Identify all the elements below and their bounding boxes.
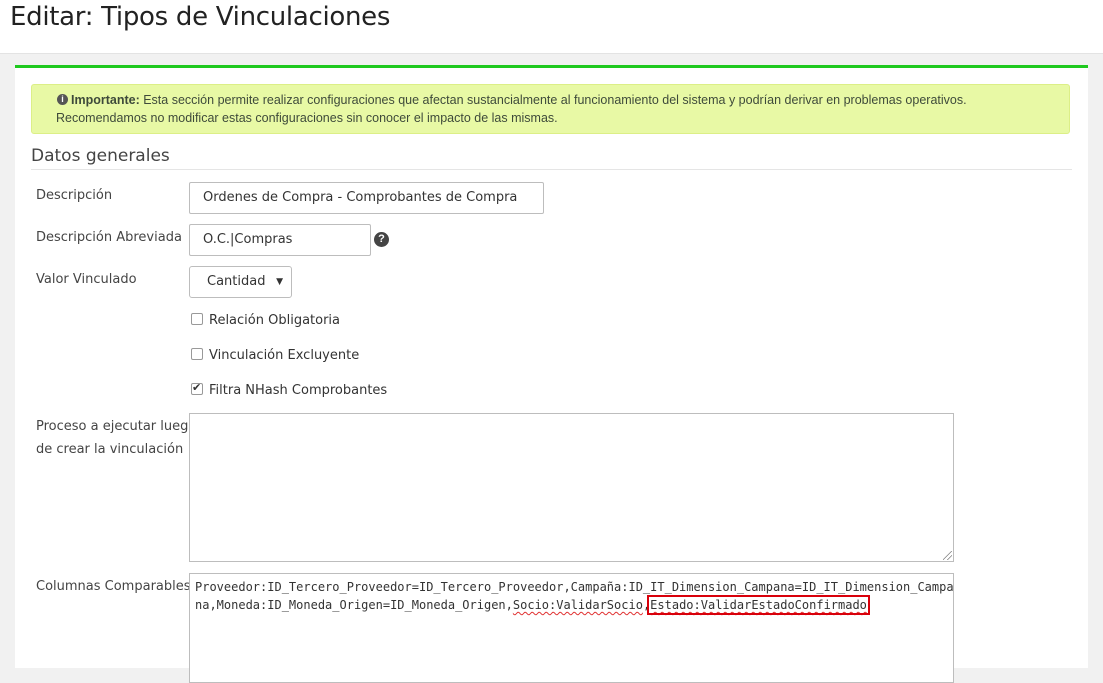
descripcion-input[interactable]: Ordenes de Compra - Comprobantes de Comp… [189, 182, 544, 214]
warning-alert: i Importante: Esta sección permite reali… [31, 84, 1070, 134]
vinculacion-excluyente-checkbox[interactable]: Vinculación Excluyente [191, 348, 359, 364]
checkbox-label: Vinculación Excluyente [209, 348, 360, 363]
columnas-text-estado-highlight: Estado:ValidarEstadoConfirmado [647, 595, 870, 615]
form-panel: i Importante: Esta sección permite reali… [15, 65, 1088, 683]
valor-vinculado-selected: Cantidad [207, 274, 266, 289]
descripcion-abreviada-label: Descripción Abreviada [36, 230, 182, 245]
question-circle-icon[interactable]: ? [374, 232, 389, 247]
columnas-textarea[interactable]: Proveedor:ID_Tercero_Proveedor=ID_Tercer… [189, 573, 954, 683]
valor-vinculado-select[interactable]: Cantidad ▼ [189, 266, 292, 298]
info-circle-icon: i [57, 94, 68, 105]
columnas-label: Columnas Comparables [36, 579, 191, 594]
columnas-text: Proveedor:ID_Tercero_Proveedor=ID_Tercer… [195, 578, 958, 615]
proceso-label-line-2: de crear la vinculación [36, 442, 184, 457]
page-header: Editar: Tipos de Vinculaciones [0, 0, 1103, 54]
alert-line-1: Importante: Esta sección permite realiza… [56, 91, 1043, 109]
proceso-label: Proceso a ejecutar luego de crear la vin… [36, 415, 196, 461]
page-title: Editar: Tipos de Vinculaciones [10, 2, 391, 32]
descripcion-label: Descripción [36, 188, 113, 203]
filtra-nhash-checkbox[interactable]: Filtra NHash Comprobantes [191, 380, 388, 399]
alert-line-2: Recomendamos no modificar estas configur… [56, 111, 558, 125]
proceso-label-line-1: Proceso a ejecutar luego [36, 419, 197, 434]
columnas-text-socio: Socio:ValidarSocio [512, 598, 643, 612]
checkbox-label: Filtra NHash Comprobantes [209, 383, 388, 398]
relacion-obligatoria-checkbox[interactable]: Relación Obligatoria [191, 313, 340, 329]
checkbox-checked-icon[interactable] [191, 380, 203, 396]
checkbox-icon[interactable] [191, 313, 203, 325]
descripcion-abreviada-input[interactable]: O.C.|Compras [189, 224, 371, 256]
proceso-textarea[interactable] [189, 413, 954, 562]
resize-grip-icon[interactable] [943, 551, 952, 560]
alert-text-1: Esta sección permite realizar configurac… [139, 93, 967, 107]
alert-strong: Importante: [71, 93, 140, 107]
checkbox-icon[interactable] [191, 348, 203, 360]
checkbox-label: Relación Obligatoria [209, 313, 341, 328]
section-title: Datos generales [31, 146, 1072, 170]
caret-down-icon: ▼ [276, 277, 283, 287]
valor-vinculado-label: Valor Vinculado [36, 272, 137, 287]
